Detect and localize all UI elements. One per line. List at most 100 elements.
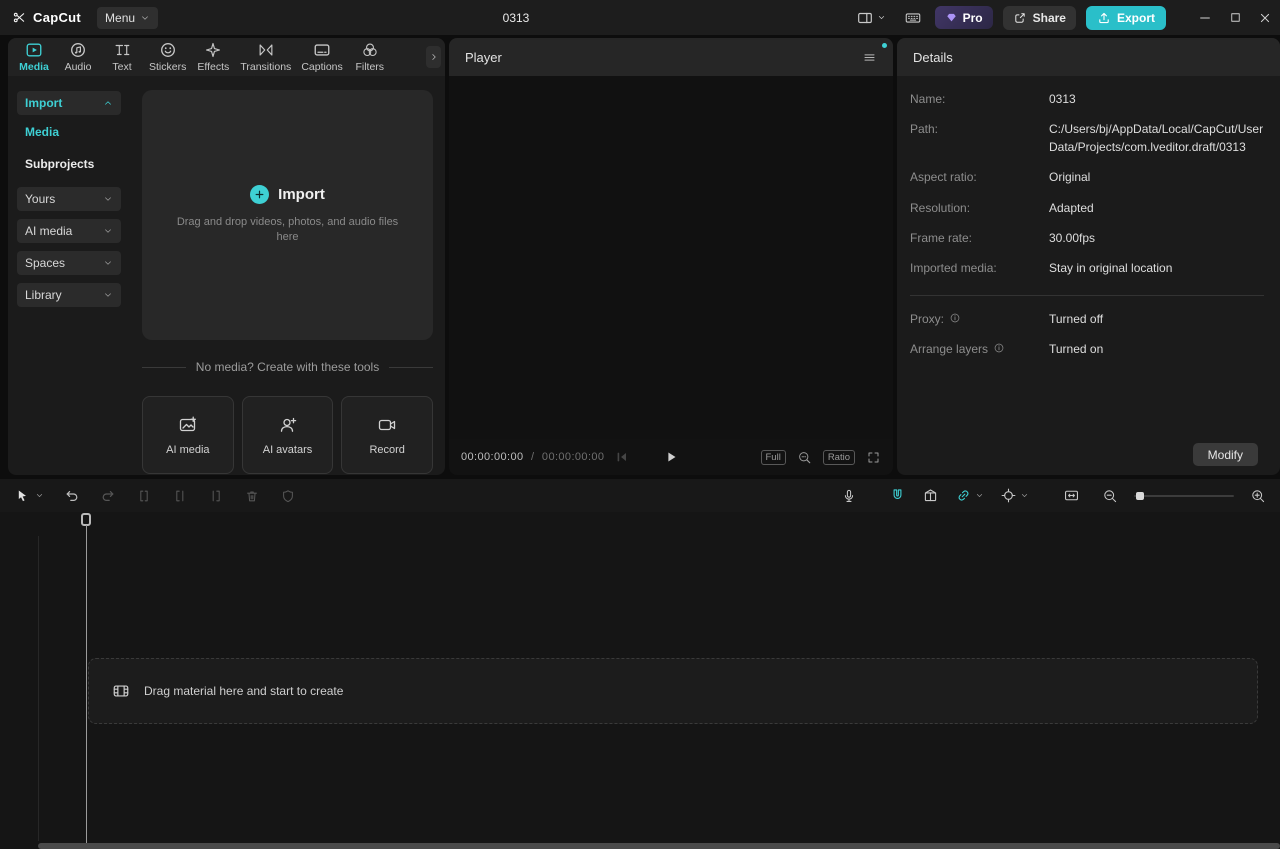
mask-button[interactable]	[280, 488, 296, 504]
select-tool-button[interactable]	[14, 488, 44, 504]
delete-left-icon	[172, 488, 188, 504]
zoom-in-button[interactable]	[1250, 488, 1266, 504]
proxy-label: Proxy:	[910, 311, 945, 326]
detail-label: Aspect ratio:	[910, 170, 977, 185]
delete-right-button[interactable]	[208, 488, 224, 504]
modify-button[interactable]: Modify	[1192, 443, 1258, 466]
redo-button[interactable]	[100, 488, 116, 504]
main-track-magnet-toggle[interactable]	[889, 487, 906, 504]
playhead[interactable]	[81, 512, 93, 843]
menu-button[interactable]: Menu	[97, 6, 159, 29]
timeline-scrollbar[interactable]	[38, 843, 1280, 849]
timeline[interactable]: Drag material here and start to create	[0, 512, 1280, 849]
tab-audio[interactable]: Audio	[56, 41, 100, 73]
sidebar-group-label: AI media	[25, 224, 73, 238]
details-body: Name: 0313 Path: C:/Users/bj/AppData/Loc…	[897, 76, 1280, 359]
layout-icon	[856, 9, 874, 27]
import-button[interactable]: Import	[250, 185, 325, 205]
plus-icon	[254, 189, 265, 200]
capcut-logo-icon	[12, 10, 27, 25]
undo-button[interactable]	[64, 488, 80, 504]
preview-zoom-button[interactable]	[797, 450, 812, 465]
titlebar-right: Pro Share Export	[851, 0, 1280, 35]
split-icon	[136, 488, 152, 504]
sidebar-group-library[interactable]: Library	[17, 283, 121, 307]
tab-effects[interactable]: Effects	[191, 41, 235, 73]
delete-left-button[interactable]	[172, 488, 188, 504]
close-button[interactable]	[1250, 0, 1280, 35]
details-title: Details	[913, 49, 953, 65]
import-title: Import	[278, 186, 325, 204]
detail-label: Proxy:	[910, 311, 1049, 328]
pro-button[interactable]: Pro	[934, 6, 993, 29]
ratio-badge[interactable]: Ratio	[822, 449, 855, 465]
detail-value: 30.00fps	[1049, 230, 1096, 245]
cursor-icon	[14, 488, 30, 504]
tab-transitions[interactable]: Transitions	[235, 41, 296, 73]
timeline-empty-text: Drag material here and start to create	[144, 684, 344, 698]
keyboard-icon	[904, 9, 922, 27]
export-button[interactable]: Export	[1085, 5, 1166, 30]
shortcuts-button[interactable]	[899, 5, 927, 31]
maximize-button[interactable]	[1220, 0, 1250, 35]
detail-value: C:/Users/bj/AppData/Local/CapCut/User Da…	[1049, 122, 1264, 154]
tool-ai-media[interactable]: AI media	[142, 396, 234, 474]
tool-ai-avatars[interactable]: AI avatars	[241, 396, 334, 474]
tool-label: AI avatars	[262, 443, 313, 456]
info-icon[interactable]	[993, 342, 1005, 354]
player-menu-button[interactable]	[862, 50, 877, 65]
sidebar-import[interactable]: Import	[17, 91, 121, 115]
sidebar-group-spaces[interactable]: Spaces	[17, 251, 121, 275]
tool-record[interactable]: Record	[341, 396, 434, 474]
magnet-icon	[889, 487, 906, 504]
chevron-down-icon	[103, 258, 113, 268]
prev-frame-button[interactable]	[614, 449, 630, 465]
detail-row-resolution: Resolution: Adapted	[910, 200, 1264, 217]
share-button[interactable]: Share	[1002, 5, 1076, 30]
linkage-toggle[interactable]	[955, 487, 984, 504]
preview-quality-badge[interactable]: Full	[760, 449, 786, 465]
divider-line	[389, 366, 433, 368]
tool-label: Record	[369, 443, 405, 456]
sidebar-media[interactable]: Media	[17, 117, 121, 147]
import-dropzone[interactable]: Import Drag and drop videos, photos, and…	[142, 90, 433, 340]
chevron-right-icon	[429, 52, 439, 62]
tab-media[interactable]: Media	[12, 41, 56, 73]
fit-timeline-button[interactable]	[1063, 487, 1080, 504]
tab-text[interactable]: Text	[100, 41, 144, 73]
tab-captions[interactable]: Captions	[296, 41, 347, 73]
fullscreen-button[interactable]	[866, 450, 881, 465]
zoom-out-button[interactable]	[1102, 488, 1118, 504]
detail-label: Name:	[910, 92, 946, 106]
export-label: Export	[1116, 10, 1155, 25]
tab-stickers[interactable]: Stickers	[144, 41, 191, 73]
trash-icon	[244, 488, 260, 504]
auto-pack-toggle[interactable]	[922, 487, 939, 504]
voiceover-button[interactable]	[841, 488, 857, 504]
zoom-slider-knob[interactable]	[1136, 491, 1144, 500]
split-button[interactable]	[136, 488, 152, 504]
play-button[interactable]	[664, 450, 679, 465]
workspace-layout-button[interactable]	[851, 5, 891, 31]
tab-label: Effects	[197, 61, 230, 73]
sidebar-subprojects[interactable]: Subprojects	[17, 149, 121, 179]
timecode: 00:00:00:00 / 00:00:00:00	[461, 451, 604, 463]
player-viewport[interactable]	[449, 76, 893, 439]
chevron-down-icon	[103, 194, 113, 204]
detail-value: Stay in original location	[1049, 261, 1173, 276]
detail-label: Arrange layers	[910, 341, 1049, 358]
media-sidebar: Import Media Subprojects Yours AI media …	[8, 76, 133, 475]
tab-filters[interactable]: Filters	[348, 41, 392, 73]
pro-label: Pro	[962, 10, 983, 25]
tabs-expand-button[interactable]	[426, 46, 441, 68]
info-icon[interactable]	[949, 312, 961, 324]
tab-label: Audio	[64, 61, 92, 73]
delete-button[interactable]	[244, 488, 260, 504]
timeline-zoom-slider[interactable]	[1134, 491, 1234, 500]
timeline-drop-area[interactable]: Drag material here and start to create	[88, 658, 1258, 724]
plus-circle	[250, 185, 270, 205]
sidebar-group-ai-media[interactable]: AI media	[17, 219, 121, 243]
preview-axis-toggle[interactable]	[1000, 487, 1029, 504]
sidebar-group-yours[interactable]: Yours	[17, 187, 121, 211]
minimize-button[interactable]	[1190, 0, 1220, 35]
